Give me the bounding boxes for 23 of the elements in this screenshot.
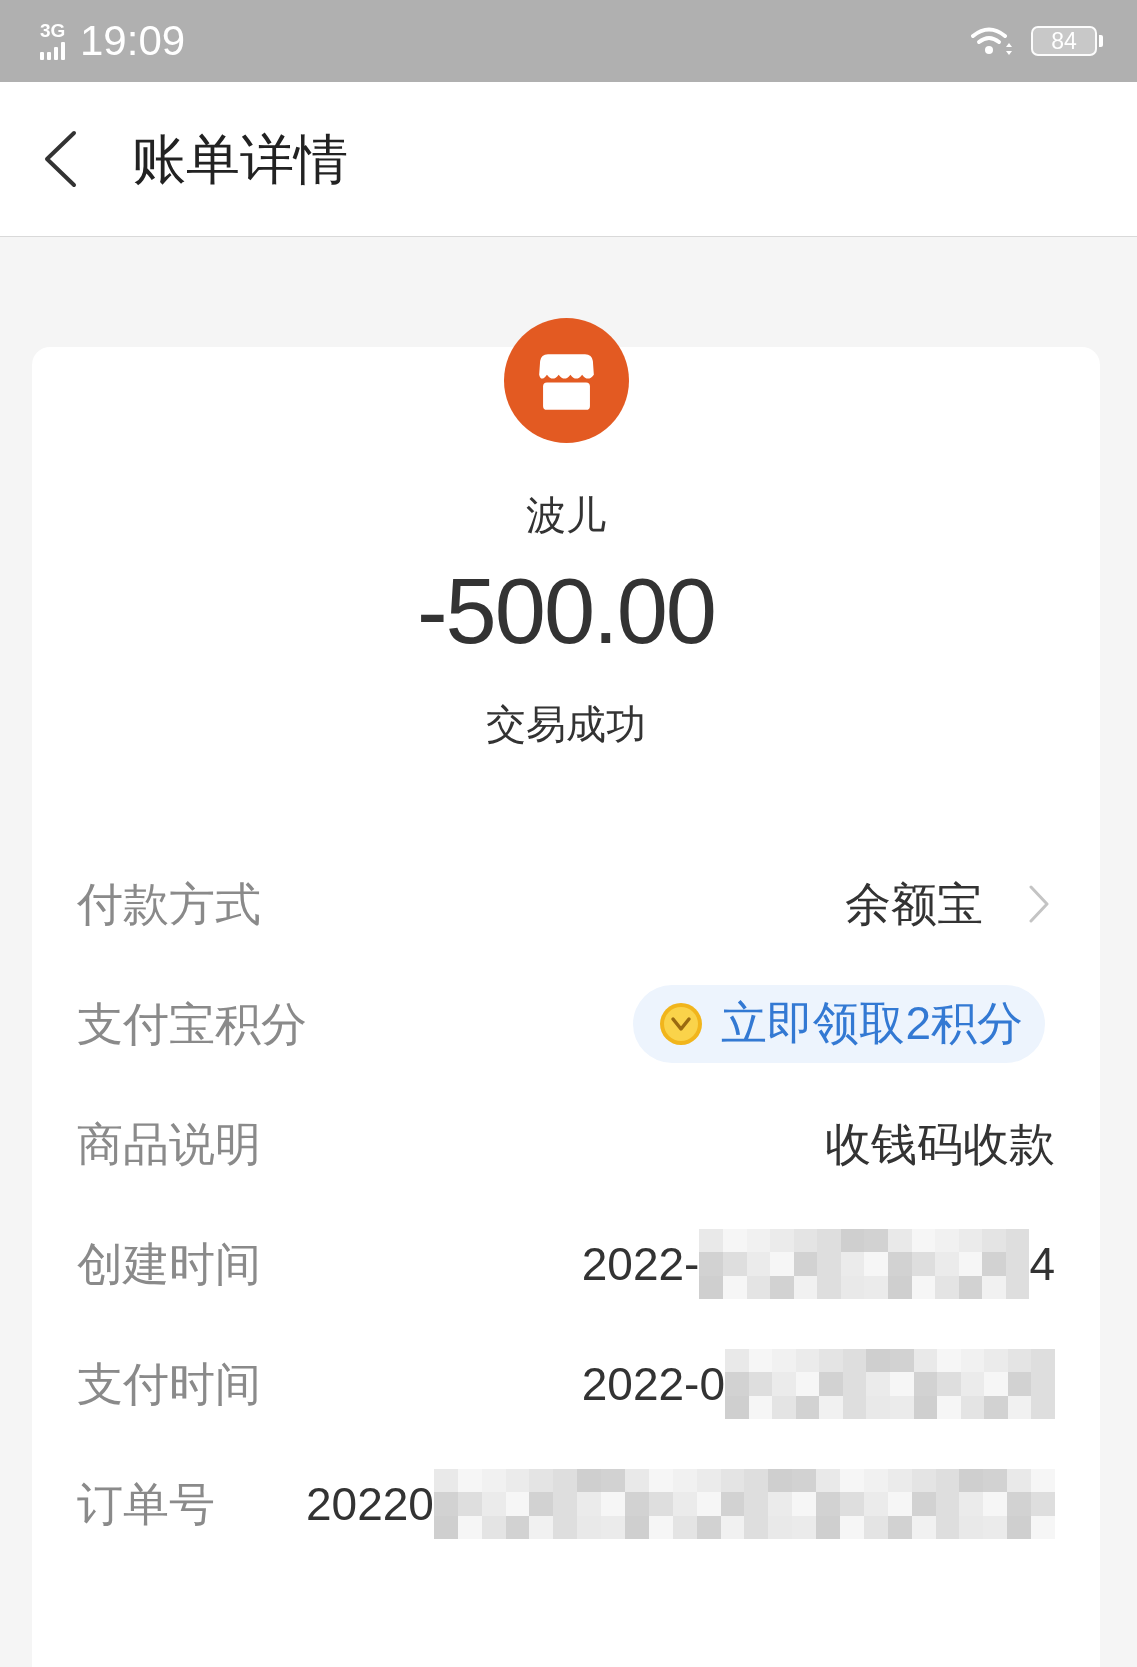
detail-value[interactable]: 余额宝 bbox=[845, 876, 983, 932]
detail-value-end: 4 bbox=[1029, 1237, 1055, 1292]
detail-value: 收钱码收款 bbox=[825, 1117, 1055, 1172]
signal-bars-icon bbox=[40, 42, 66, 60]
detail-value: 2022-0 bbox=[581, 1357, 725, 1412]
amount-text: -500.00 bbox=[417, 559, 715, 664]
detail-label: 订单号 bbox=[77, 1477, 216, 1532]
detail-label: 创建时间 bbox=[77, 1237, 261, 1292]
detail-value: 2022- bbox=[581, 1237, 700, 1292]
chevron-left-icon bbox=[42, 130, 78, 188]
wifi-icon bbox=[971, 26, 1015, 56]
detail-label: 商品说明 bbox=[77, 1117, 261, 1172]
network-type: 3G bbox=[40, 22, 66, 40]
status-time: 19:09 bbox=[80, 17, 186, 65]
detail-value: 20220 bbox=[306, 1477, 434, 1532]
merchant-name: 波儿 bbox=[526, 492, 606, 539]
page-title: 账单详情 bbox=[132, 128, 348, 191]
detail-label: 付款方式 bbox=[77, 877, 261, 932]
claim-points-button[interactable]: 立即领取2积分 bbox=[633, 985, 1045, 1063]
detail-label: 支付宝积分 bbox=[77, 997, 307, 1052]
status-text: 交易成功 bbox=[486, 701, 646, 748]
coin-icon bbox=[659, 1002, 704, 1046]
detail-label: 支付时间 bbox=[77, 1357, 261, 1412]
